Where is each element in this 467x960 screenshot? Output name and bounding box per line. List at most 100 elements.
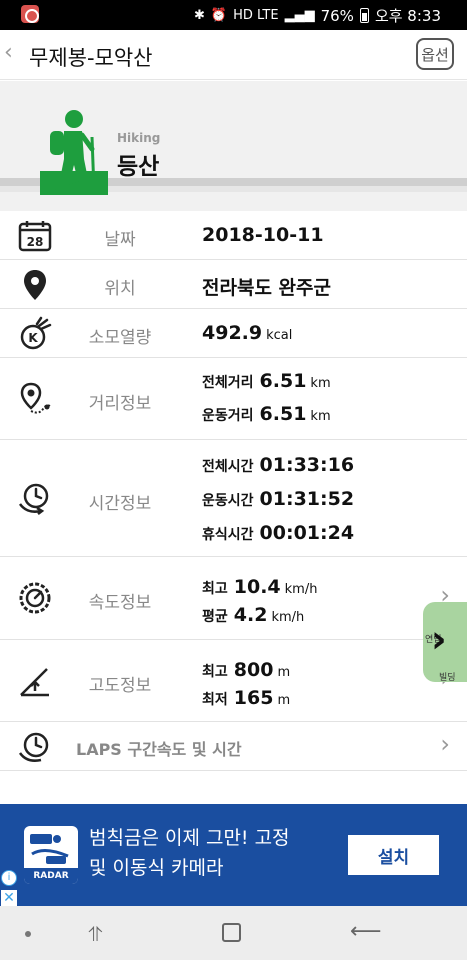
speed-row[interactable]: 속도정보 최고 10.4 km/h 평균 4.2 km/h › [0,557,467,640]
status-icons: ✱ ⏰ HD LTE ▂▄▆ 76% 오후 8:33 [194,5,441,26]
options-button[interactable]: 옵션 [416,38,454,70]
time-row: 시간정보 전체시간 01:33:16 운동시간 01:31:52 휴식시간 00:01… [0,440,467,557]
total-time-key: 전체시간 [202,459,254,475]
battery-icon [359,8,369,23]
activity-type-english: Hiking [117,131,161,145]
date-label: 날짜 [104,230,136,250]
rest-time-key: 휴식시간 [202,527,254,543]
hiker-icon [40,110,108,195]
total-distance-value: 6.51 [259,370,307,392]
map-tag-b: 빌딩 [439,673,456,682]
move-distance-unit: km [310,409,331,424]
min-altitude-value: 165 [233,687,274,709]
altitude-icon [20,668,49,697]
app-header: ‹ 무제봉-모악산 옵션 [0,30,467,80]
min-altitude-key: 최저 [202,692,228,708]
total-distance-unit: km [310,376,331,391]
total-distance-line: 전체거리 6.51 km [202,370,331,392]
max-altitude-value: 800 [233,659,274,681]
stopwatch-icon [18,483,49,515]
move-distance-key: 운동거리 [202,408,254,424]
radar-logo-text: RADAR [24,868,78,884]
calendar-day: 28 [27,235,44,249]
next-arrow-icon: › [431,617,447,661]
min-altitude-line: 최저 165 m [202,687,290,709]
move-time-line: 운동시간 01:31:52 [202,488,354,510]
nav-dot-icon[interactable] [25,931,31,937]
calories-value-line: 492.9 kcal [202,322,292,344]
ad-text: 범칙금은 이제 그만! 고정 및 이동식 카메라 [89,823,329,883]
activity-type: 등산 [117,154,160,180]
total-time-value: 01:33:16 [259,454,355,476]
move-time-value: 01:31:52 [259,488,355,510]
altitude-row[interactable]: 고도정보 최고800m 최저165m › [0,640,467,722]
location-label: 위치 [104,279,136,299]
max-speed-line: 최고 10.4 km/h [202,576,317,598]
altitude-label: 고도정보 [88,676,152,696]
status-bar: ✱ ⏰ HD LTE ▂▄▆ 76% 오후 8:33 [0,0,467,30]
location-pin-icon [24,270,46,300]
bluetooth-icon: ✱ [193,8,205,23]
max-altitude-key: 최고 [202,664,228,680]
network-badge: HD LTE [233,8,279,23]
ad-close-icon[interactable]: ✕ [1,890,17,906]
ad-banner[interactable]: RADAR 범칙금은 이제 그만! 고정 및 이동식 카메라 설치 i ✕ [0,804,467,906]
calories-label: 소모열량 [88,328,152,348]
alarm-icon: ⏰ [210,8,228,23]
avg-speed-unit: km/h [271,610,305,625]
signal-icon: ▂▄▆ [284,8,315,23]
avg-speed-value: 4.2 [233,604,268,626]
rest-time-value: 00:01:24 [259,522,355,544]
ad-line-2: 및 이동식 카메라 [89,857,224,879]
distance-row: 거리정보 전체거리 6.51 km 운동거리 6.51 km [0,358,467,440]
laps-stopwatch-icon [18,732,49,762]
move-time-key: 운동시간 [202,493,254,509]
rest-time-line: 휴식시간 00:01:24 [202,522,354,544]
location-value: 전라북도 완주군 [202,277,331,299]
summary-list: 28 날짜 2018-10-11 위치 전라북도 완주군 K 소모열량 492.… [0,211,467,771]
move-distance-line: 운동거리 6.51 km [202,403,331,425]
calendar-icon: 28 [18,221,52,252]
route-distance-icon [20,382,52,414]
speed-label: 속도정보 [88,593,152,613]
max-speed-key: 최고 [202,581,228,597]
system-navigation-bar: ⥣ ⟵ [0,906,467,960]
app-notification-icon [21,5,39,23]
total-distance-key: 전체거리 [202,375,254,391]
max-altitude-unit: m [277,665,291,680]
distance-label: 거리정보 [88,394,152,414]
date-value: 2018-10-11 [202,224,324,246]
install-button[interactable]: 설치 [348,835,439,875]
ad-info-icon[interactable]: i [1,870,17,886]
max-altitude-line: 최고 800 m [202,659,290,681]
calories-unit: kcal [266,328,293,343]
max-speed-value: 10.4 [233,576,281,598]
time-label: 시간정보 [88,494,152,514]
back-button[interactable]: ‹ [4,40,20,65]
ad-line-1: 범칙금은 이제 그만! 고정 [89,827,290,849]
activity-banner: Hiking 등산 [0,81,467,211]
clock: 오후 8:33 [374,7,441,25]
avg-speed-line: 평균 4.2 km/h [202,604,304,626]
map-next-button[interactable]: 연립 빌딩 › [423,602,467,682]
chevron-right-icon[interactable]: › [440,730,450,758]
date-row: 28 날짜 2018-10-11 [0,211,467,260]
total-time-line: 전체시간 01:33:16 [202,454,354,476]
svg-text:K: K [28,331,38,345]
avg-speed-key: 평균 [202,609,228,625]
calories-row: K 소모열량 492.9 kcal [0,309,467,358]
speedometer-icon [19,582,51,614]
max-speed-unit: km/h [284,582,318,597]
calories-icon: K [20,316,52,350]
home-icon[interactable] [222,923,241,942]
location-row: 위치 전라북도 완주군 [0,260,467,309]
laps-row[interactable]: LAPS 구간속도 및 시간 › [0,722,467,771]
laps-label: LAPS 구간속도 및 시간 [76,740,242,759]
move-distance-value: 6.51 [259,403,307,425]
calories-value: 492.9 [202,322,263,344]
system-back-icon[interactable]: ⟵ [350,919,382,944]
recent-apps-icon[interactable]: ⥣ [88,922,103,946]
radar-app-logo: RADAR [24,826,78,884]
min-altitude-unit: m [277,693,291,708]
page-title: 무제봉-모악산 [29,46,153,70]
